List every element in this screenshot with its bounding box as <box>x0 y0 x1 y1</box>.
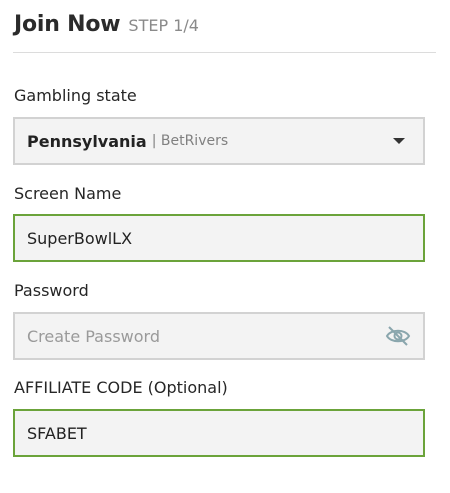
gambling-state-label: Gambling state <box>14 86 137 105</box>
screen-name-input[interactable]: SuperBowlLX <box>13 214 425 262</box>
screen-name-label: Screen Name <box>14 184 122 203</box>
affiliate-code-label: AFFILIATE CODE (Optional) <box>14 378 228 397</box>
password-label: Password <box>14 281 89 300</box>
password-placeholder: Create Password <box>27 326 160 346</box>
screen-name-value: SuperBowlLX <box>27 228 133 248</box>
eye-slash-icon[interactable] <box>385 325 411 347</box>
header-divider <box>13 52 436 53</box>
affiliate-code-value: SFABET <box>27 423 87 443</box>
selected-brand: | BetRivers <box>151 133 229 149</box>
selected-state: Pennsylvania <box>27 131 147 151</box>
step-indicator: STEP 1/4 <box>128 16 199 35</box>
password-input[interactable]: Create Password <box>13 312 425 360</box>
join-form: Join Now STEP 1/4 Gambling state Pennsyl… <box>0 0 450 493</box>
chevron-down-icon <box>393 138 405 144</box>
affiliate-code-input[interactable]: SFABET <box>13 409 425 457</box>
form-header: Join Now STEP 1/4 <box>14 12 199 37</box>
page-title: Join Now <box>14 12 121 37</box>
gambling-state-select[interactable]: Pennsylvania | BetRivers <box>13 117 425 165</box>
